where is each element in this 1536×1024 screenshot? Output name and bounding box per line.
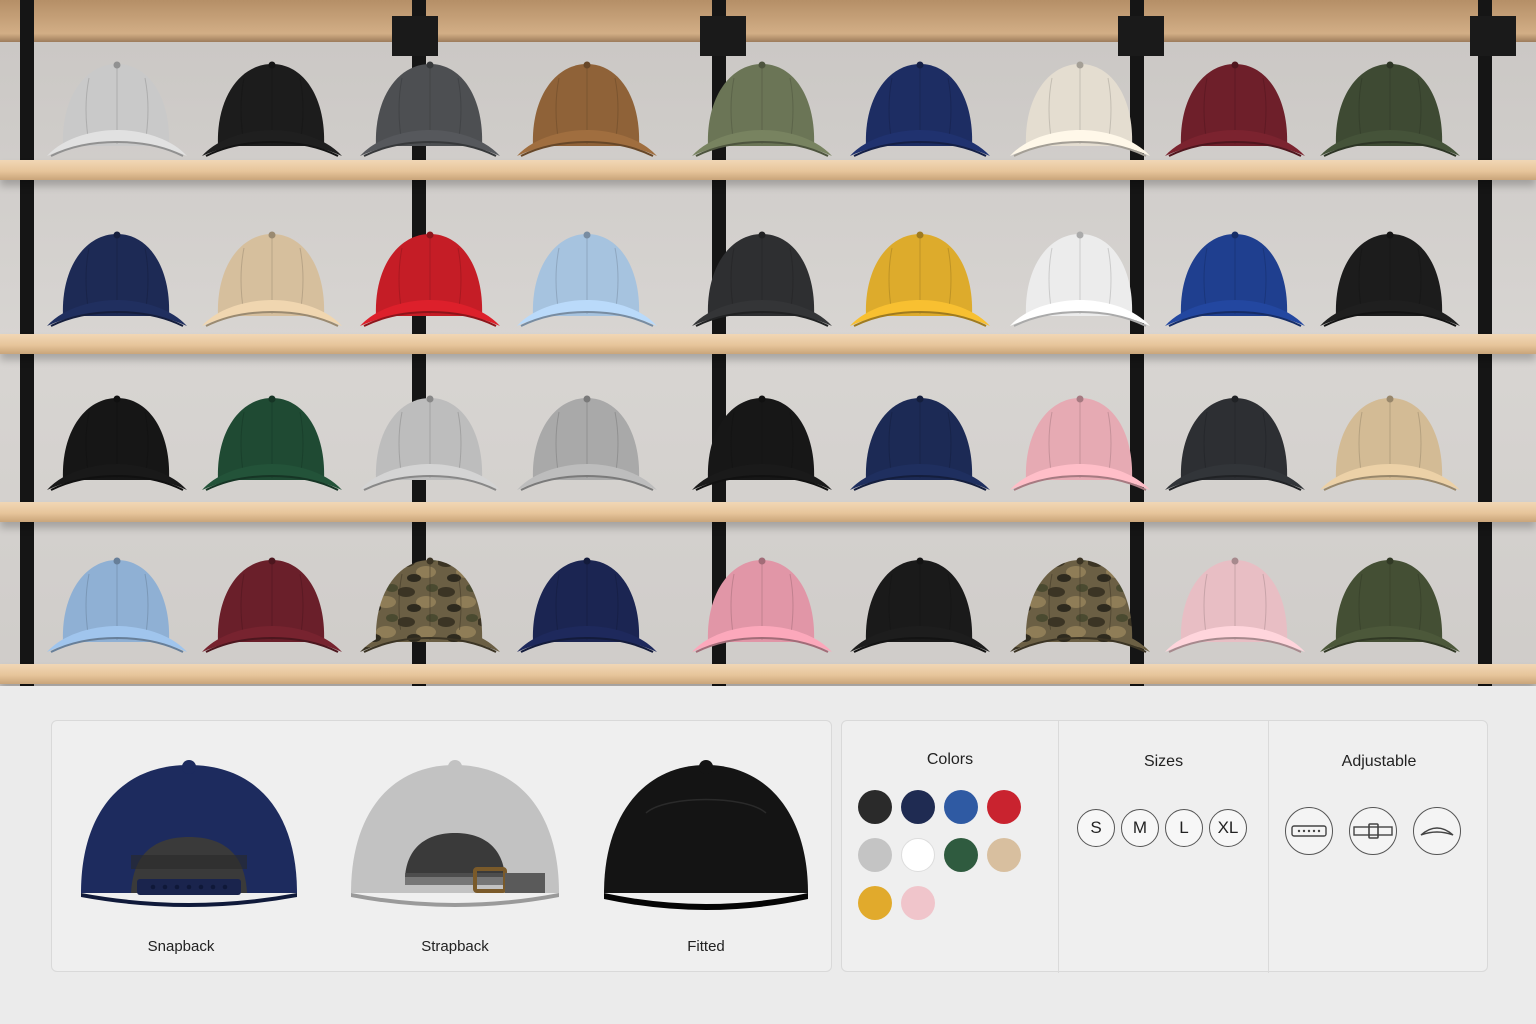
shelf-cap[interactable] xyxy=(1008,228,1150,328)
shelf-cap[interactable] xyxy=(200,228,342,328)
colors-section: Colors xyxy=(842,721,1058,973)
shelf-board xyxy=(0,664,1536,684)
size-option-m[interactable]: M xyxy=(1121,809,1159,847)
shelf-cap[interactable] xyxy=(690,392,832,492)
hat-wall-display xyxy=(0,0,1536,686)
shelf-cap[interactable] xyxy=(1318,58,1460,158)
shelf-cap[interactable] xyxy=(848,58,990,158)
style-label: Snapback xyxy=(147,938,215,955)
shelf-cap[interactable] xyxy=(690,554,832,654)
snapback-cap-back-icon xyxy=(81,760,297,907)
shelf-bracket xyxy=(392,16,438,56)
shelf-cap[interactable] xyxy=(358,392,500,492)
shelf-cap[interactable] xyxy=(515,58,657,158)
style-snapback[interactable]: Snapback xyxy=(61,743,301,963)
shelf-cap[interactable] xyxy=(358,228,500,328)
sizes-title: Sizes xyxy=(1143,753,1184,770)
shelf-cap[interactable] xyxy=(200,58,342,158)
shelf-cap[interactable] xyxy=(1163,58,1305,158)
color-swatch[interactable] xyxy=(901,790,935,824)
shelf-cap[interactable] xyxy=(1008,392,1150,492)
shelf-cap[interactable] xyxy=(1318,228,1460,328)
size-option-s[interactable]: S xyxy=(1077,809,1115,847)
color-swatch[interactable] xyxy=(944,790,978,824)
shelf-cap[interactable] xyxy=(358,58,500,158)
shelf-cap[interactable] xyxy=(515,554,657,654)
shelf-cap[interactable] xyxy=(848,554,990,654)
options-panel: Colors Sizes S M L XL Adjustable xyxy=(841,720,1489,973)
size-option-l[interactable]: L xyxy=(1165,809,1203,847)
shelf-bracket xyxy=(700,16,746,56)
color-swatch[interactable] xyxy=(858,838,892,872)
colors-title: Colors xyxy=(926,751,974,768)
style-fitted[interactable]: Fitted xyxy=(586,743,826,963)
color-swatch[interactable] xyxy=(944,838,978,872)
style-label: Strapback xyxy=(421,938,489,955)
shelf-cap[interactable] xyxy=(690,58,832,158)
color-swatch[interactable] xyxy=(987,838,1021,872)
shelf-cap[interactable] xyxy=(45,228,187,328)
buckle-strap-icon[interactable] xyxy=(1349,807,1397,855)
style-strapback[interactable]: Strapback xyxy=(335,743,575,963)
shelf-cap[interactable] xyxy=(1163,554,1305,654)
shelf-cap[interactable] xyxy=(358,554,500,654)
color-swatch[interactable] xyxy=(987,790,1021,824)
adjustable-section: Adjustable xyxy=(1268,721,1489,973)
shelf-cap[interactable] xyxy=(1008,554,1150,654)
shelf-cap[interactable] xyxy=(200,554,342,654)
style-label: Fitted xyxy=(687,938,725,955)
shelf-board xyxy=(0,334,1536,354)
size-option-xl[interactable]: XL xyxy=(1209,809,1247,847)
shelf-cap[interactable] xyxy=(1318,392,1460,492)
shelf-bracket xyxy=(1118,16,1164,56)
color-swatch[interactable] xyxy=(858,886,892,920)
color-swatch[interactable] xyxy=(858,790,892,824)
shelf-cap[interactable] xyxy=(1163,392,1305,492)
visor-curve-icon[interactable] xyxy=(1413,807,1461,855)
shelf-cap[interactable] xyxy=(1163,228,1305,328)
shelf-cap[interactable] xyxy=(1318,554,1460,654)
ceiling-shelf-board xyxy=(0,0,1536,42)
adjustable-title: Adjustable xyxy=(1341,753,1417,770)
shelf-cap[interactable] xyxy=(1008,58,1150,158)
shelf-cap[interactable] xyxy=(45,392,187,492)
shelf-cap[interactable] xyxy=(848,228,990,328)
cap-styles-panel: Snapback Strapback Fitted xyxy=(51,720,832,972)
shelf-board xyxy=(0,502,1536,522)
shelf-cap[interactable] xyxy=(45,554,187,654)
color-swatch[interactable] xyxy=(901,886,935,920)
fitted-cap-back-icon xyxy=(604,760,808,910)
color-swatch[interactable] xyxy=(901,838,935,872)
shelf-cap[interactable] xyxy=(45,58,187,158)
shelf-cap[interactable] xyxy=(690,228,832,328)
shelf-board xyxy=(0,160,1536,180)
shelf-cap[interactable] xyxy=(200,392,342,492)
sizes-section: Sizes S M L XL xyxy=(1058,721,1268,973)
snap-strap-icon[interactable] xyxy=(1285,807,1333,855)
shelf-cap[interactable] xyxy=(848,392,990,492)
shelf-cap[interactable] xyxy=(515,392,657,492)
shelf-cap[interactable] xyxy=(515,228,657,328)
strapback-cap-back-icon xyxy=(351,760,559,907)
shelf-bracket xyxy=(1470,16,1516,56)
